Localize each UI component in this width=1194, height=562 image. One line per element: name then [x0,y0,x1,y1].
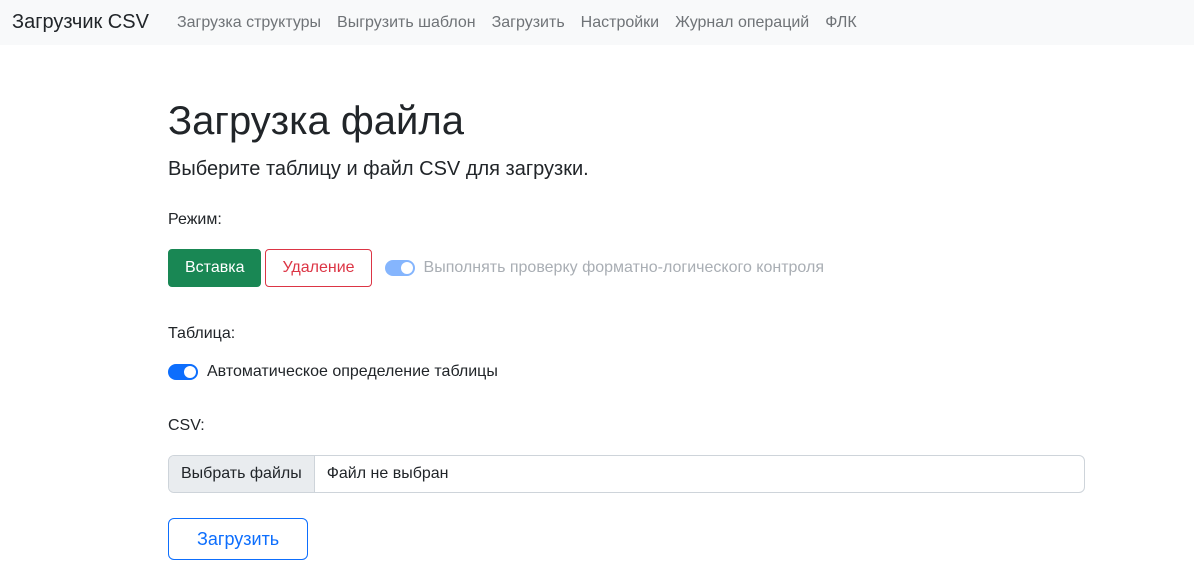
flk-check-toggle-label: Выполнять проверку форматно-логического … [424,259,824,277]
top-navbar: Загрузчик CSV Загрузка структуры Выгрузи… [0,0,1194,45]
auto-table-toggle-label[interactable]: Автоматическое определение таблицы [207,363,498,381]
nav-item-upload[interactable]: Загрузить [484,10,573,36]
page-title: Загрузка файла [168,97,1085,145]
csv-label: CSV: [168,414,1085,438]
mode-label: Режим: [168,208,1085,232]
upload-page: Загрузка файла Выберите таблицу и файл C… [0,45,1085,560]
mode-controls-row: Вставка Удаление Выполнять проверку форм… [168,249,1085,287]
nav-item-export-template[interactable]: Выгрузить шаблон [329,10,484,36]
navbar-menu: Загрузка структуры Выгрузить шаблон Загр… [169,10,865,36]
table-controls-row: Автоматическое определение таблицы [168,363,1085,381]
nav-item-settings[interactable]: Настройки [573,10,667,36]
flk-check-toggle [385,260,415,276]
choose-files-button[interactable]: Выбрать файлы [169,456,315,492]
nav-item-structure-upload[interactable]: Загрузка структуры [169,10,329,36]
nav-item-operations-log[interactable]: Журнал операций [667,10,817,36]
auto-table-toggle[interactable] [168,364,198,380]
nav-item-flk[interactable]: ФЛК [817,10,864,36]
page-subtitle: Выберите таблицу и файл CSV для загрузки… [168,154,1085,184]
table-label: Таблица: [168,322,1085,346]
app-brand[interactable]: Загрузчик CSV [12,11,149,34]
delete-mode-button[interactable]: Удаление [265,249,371,287]
upload-button[interactable]: Загрузить [168,518,308,560]
insert-mode-button[interactable]: Вставка [168,249,261,287]
file-status-text: Файл не выбран [315,456,461,492]
csv-file-input[interactable]: Выбрать файлы Файл не выбран [168,455,1085,493]
